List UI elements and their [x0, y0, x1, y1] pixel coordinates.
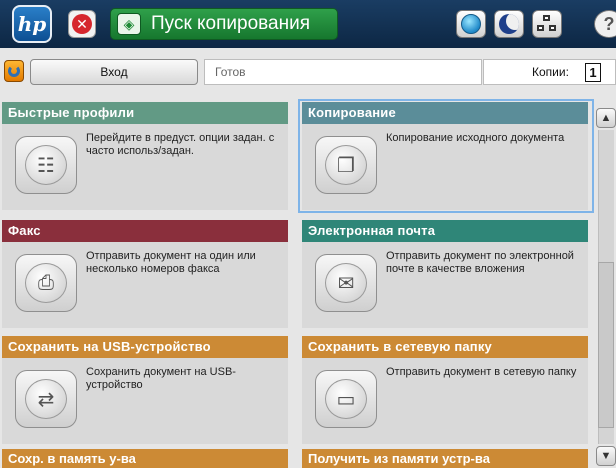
copies-label: Копии:	[532, 65, 569, 79]
status-row: Вход Готов Копии: 1	[0, 58, 616, 88]
start-copy-button[interactable]: ◈ Пуск копирования	[110, 8, 338, 40]
chevron-down-icon: ▼	[600, 450, 612, 462]
network-button[interactable]	[532, 10, 562, 38]
sleep-moon-icon	[499, 14, 519, 34]
scroll-up-button[interactable]: ▲	[596, 108, 616, 128]
copies-input[interactable]: 1	[585, 63, 601, 82]
hp-logo: hp	[12, 5, 52, 43]
start-copy-label: Пуск копирования	[151, 13, 311, 34]
tile-title: Быстрые профили	[2, 102, 288, 124]
stop-button[interactable]: ✕	[68, 10, 96, 38]
globe-icon	[461, 14, 481, 34]
copy-documents-icon: ❐	[315, 136, 377, 194]
tile-save-device-memory[interactable]: Сохр. в память у-ва	[2, 449, 288, 468]
copies-field[interactable]: Копии: 1	[483, 59, 616, 85]
home-button[interactable]	[4, 60, 24, 82]
tile-description: Отправить документ на один или несколько…	[86, 250, 256, 275]
tile-retrieve-device-memory[interactable]: Получить из памяти устр-ва	[302, 449, 588, 468]
tile-title: Сохранить в сетевую папку	[302, 336, 588, 358]
tile-quick-sets[interactable]: Быстрые профили ☷ Перейдите в предуст. о…	[2, 102, 288, 210]
tile-title: Факс	[2, 220, 288, 242]
login-button[interactable]: Вход	[30, 59, 198, 85]
hp-logo-text: hp	[17, 12, 47, 36]
usb-icon: ⇄	[15, 370, 77, 428]
top-toolbar: hp ✕ ◈ Пуск копирования ?	[0, 0, 616, 48]
fax-icon: ⎙	[15, 254, 77, 312]
language-button[interactable]	[456, 10, 486, 38]
envelope-icon: ✉	[315, 254, 377, 312]
tile-fax[interactable]: Факс ⎙ Отправить документ на один или не…	[2, 220, 288, 328]
tile-description: Сохранить документ на USB-устройство	[86, 366, 236, 391]
start-icon: ◈	[117, 13, 141, 35]
scroll-down-button[interactable]: ▼	[596, 446, 616, 466]
sleep-button[interactable]	[494, 10, 524, 38]
tile-title: Сохранить на USB-устройство	[2, 336, 288, 358]
clipboard-icon: ☷	[15, 136, 77, 194]
tile-save-network-folder[interactable]: Сохранить в сетевую папку ▭ Отправить до…	[302, 336, 588, 444]
network-icon	[537, 15, 557, 33]
scrollbar-thumb[interactable]	[598, 262, 614, 428]
folder-icon: ▭	[315, 370, 377, 428]
tile-save-usb[interactable]: Сохранить на USB-устройство ⇄ Сохранить …	[2, 336, 288, 444]
help-button[interactable]: ?	[594, 10, 616, 38]
tile-copy[interactable]: Копирование ❐ Копирование исходного доку…	[302, 102, 588, 210]
stop-icon: ✕	[72, 14, 92, 34]
tile-description: Отправить документ по электронной почте …	[386, 250, 574, 275]
tile-email[interactable]: Электронная почта ✉ Отправить документ п…	[302, 220, 588, 328]
chevron-up-icon: ▲	[600, 112, 612, 124]
status-message: Готов	[204, 59, 482, 85]
tile-description: Копирование исходного документа	[386, 132, 565, 144]
tile-title: Копирование	[302, 102, 588, 124]
tile-description: Перейдите в предуст. опции задан. с част…	[86, 132, 275, 157]
tile-title: Электронная почта	[302, 220, 588, 242]
home-icon	[8, 65, 20, 77]
tile-description: Отправить документ в сетевую папку	[386, 366, 577, 378]
